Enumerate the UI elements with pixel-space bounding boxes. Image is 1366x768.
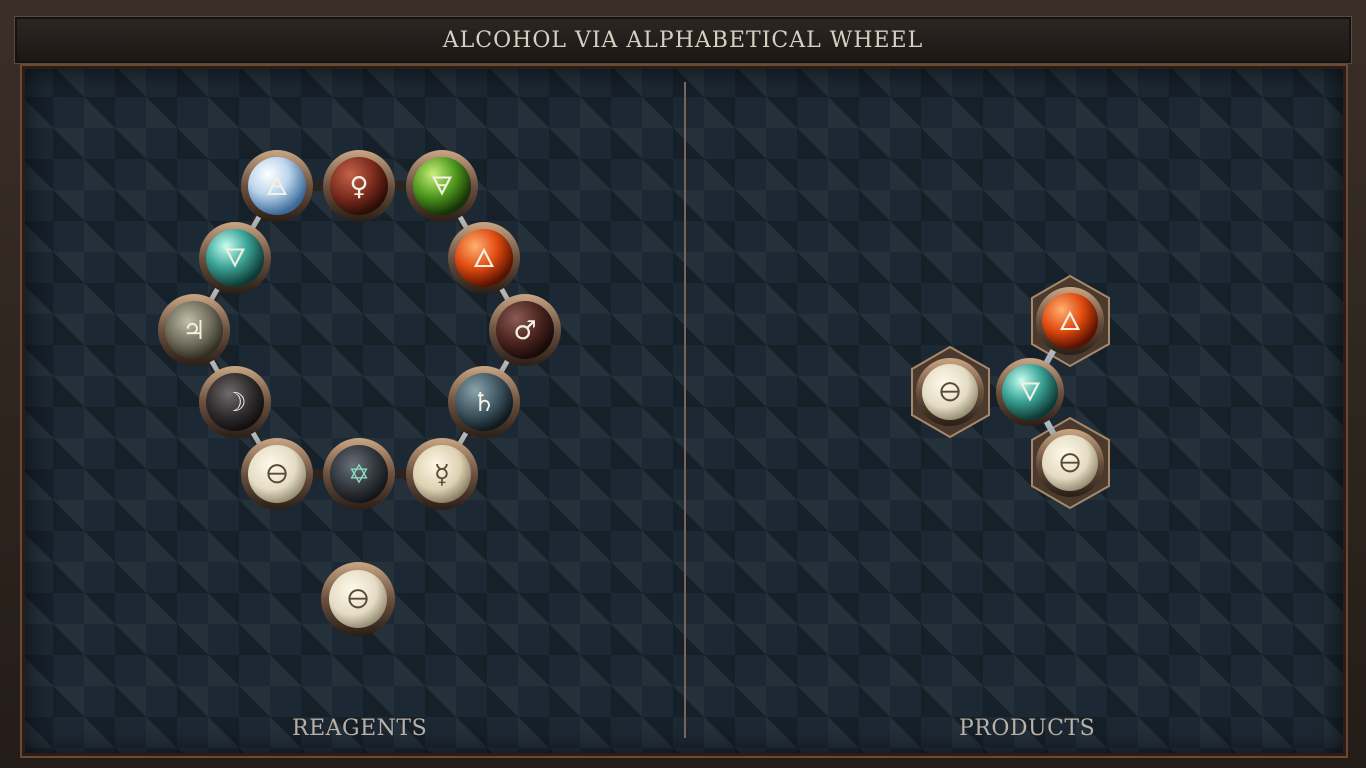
- silver-icon: ☽: [223, 388, 246, 418]
- water-icon: 🜄: [224, 244, 247, 274]
- product-atom-salt-bottom: 🜔: [1036, 429, 1104, 497]
- tin-icon: ♃: [182, 316, 205, 346]
- salt-icon: 🜔: [939, 378, 961, 408]
- atom-salt[interactable]: 🜔: [241, 438, 313, 510]
- puzzle-title: ALCOHOL VIA ALPHABETICAL WHEEL: [442, 27, 924, 53]
- atom-lead[interactable]: ♄: [448, 366, 520, 438]
- salt-icon: 🜔: [1059, 449, 1081, 479]
- lead-icon: ♄: [472, 388, 495, 418]
- puzzle-board: 🜁 ♀ 🜃 🜂 ♂ ♄ ☿ ✡ 🜔 ☽ ♃ 🜄 🜔 🜂 🜔 🜄 🜔 REAGEN…: [20, 64, 1348, 758]
- atom-vitae[interactable]: ✡: [323, 438, 395, 510]
- molecule-canvas: 🜁 ♀ 🜃 🜂 ♂ ♄ ☿ ✡ 🜔 ☽ ♃ 🜄 🜔 🜂 🜔 🜄 🜔: [158, 150, 1110, 636]
- fire-icon: 🜂: [1059, 307, 1082, 337]
- atom-water[interactable]: 🜄: [199, 222, 271, 294]
- atom-salt-loose[interactable]: 🜔: [321, 562, 395, 636]
- vitae-icon: ✡: [348, 460, 370, 490]
- atom-quicksilver[interactable]: ☿: [406, 438, 478, 510]
- salt-icon: 🜔: [347, 585, 369, 615]
- atom-silver[interactable]: ☽: [199, 366, 271, 438]
- atom-fire[interactable]: 🜂: [448, 222, 520, 294]
- atom-tin[interactable]: ♃: [158, 294, 230, 366]
- earth-icon: 🜃: [431, 172, 454, 202]
- product-atom-fire: 🜂: [1036, 287, 1104, 355]
- water-icon: 🜄: [1019, 378, 1042, 408]
- air-icon: 🜁: [266, 172, 289, 202]
- atom-earth[interactable]: 🜃: [406, 150, 478, 222]
- quicksilver-icon: ☿: [434, 460, 450, 490]
- product-atom-salt-left: 🜔: [916, 358, 984, 426]
- title-bar: ALCOHOL VIA ALPHABETICAL WHEEL: [14, 16, 1352, 64]
- atom-copper[interactable]: ♀: [323, 150, 395, 222]
- iron-icon: ♂: [513, 316, 536, 346]
- atom-air[interactable]: 🜁: [241, 150, 313, 222]
- products-label: PRODUCTS: [959, 716, 1096, 741]
- copper-icon: ♀: [349, 172, 368, 202]
- salt-icon: 🜔: [266, 460, 288, 490]
- product-atom-water: 🜄: [996, 358, 1064, 426]
- fire-icon: 🜂: [473, 244, 496, 274]
- atom-iron[interactable]: ♂: [489, 294, 561, 366]
- reagents-label: REAGENTS: [292, 716, 428, 741]
